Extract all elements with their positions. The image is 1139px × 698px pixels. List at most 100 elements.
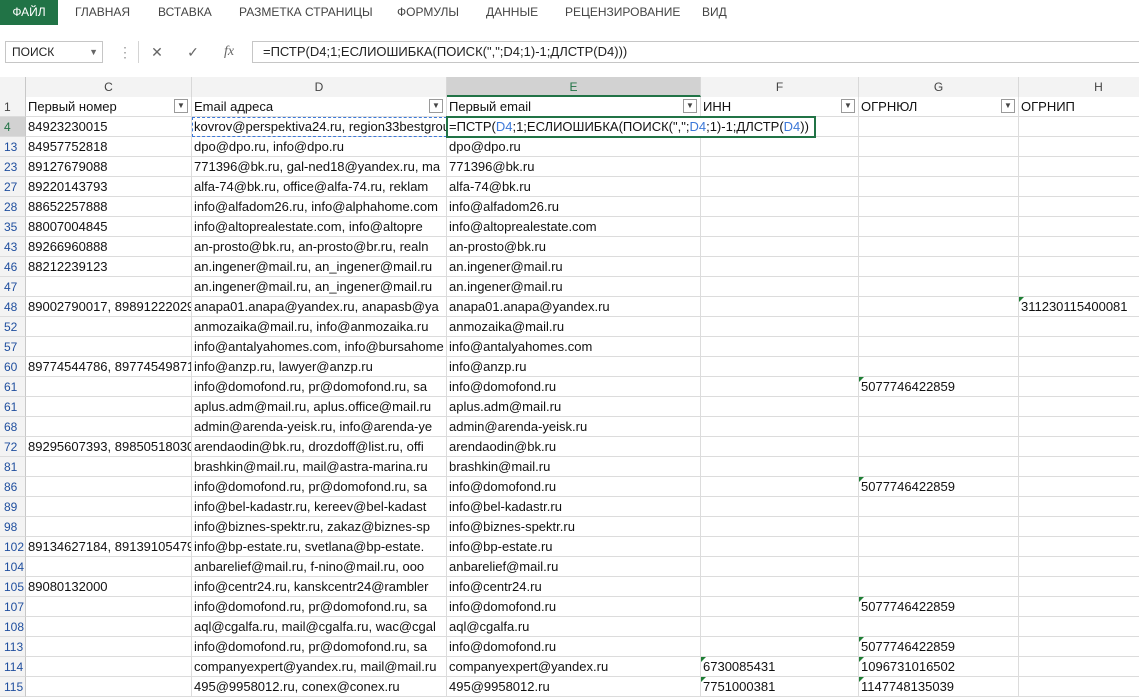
row-number[interactable]: 47 <box>0 277 26 297</box>
cell-d[interactable]: dpo@dpo.ru, info@dpo.ru <box>192 137 447 157</box>
column-header-e[interactable]: E <box>447 77 701 97</box>
cell-g[interactable]: 5077746422859 <box>859 637 1019 657</box>
header-cell-e[interactable]: Первый email ▼ <box>447 97 701 117</box>
cell-e[interactable]: info@domofond.ru <box>447 637 701 657</box>
cell-c[interactable]: 89295607393, 89850518030 <box>26 437 192 457</box>
cell-e[interactable]: 495@9958012.ru <box>447 677 701 697</box>
cell-c[interactable]: 89774544786, 89774549871, <box>26 357 192 377</box>
cell-d[interactable]: info@domofond.ru, pr@domofond.ru, sa <box>192 377 447 397</box>
tab-insert[interactable]: ВСТАВКА <box>158 0 212 25</box>
cell-c[interactable] <box>26 337 192 357</box>
cell-g[interactable] <box>859 237 1019 257</box>
cell-e[interactable]: info@altoprealestate.com <box>447 217 701 237</box>
row-number[interactable]: 102 <box>0 537 26 557</box>
cell-f[interactable] <box>701 577 859 597</box>
cell-g[interactable]: 1096731016502 <box>859 657 1019 677</box>
row-number[interactable]: 104 <box>0 557 26 577</box>
row-number[interactable]: 57 <box>0 337 26 357</box>
column-header-g[interactable]: G <box>859 77 1019 97</box>
cell-h[interactable] <box>1019 277 1139 297</box>
cell-e[interactable]: anbarelief@mail.ru <box>447 557 701 577</box>
tab-page-layout[interactable]: РАЗМЕТКА СТРАНИЦЫ <box>239 0 373 25</box>
cell-g[interactable] <box>859 157 1019 177</box>
cell-g[interactable] <box>859 577 1019 597</box>
cell-d[interactable]: anbarelief@mail.ru, f-nino@mail.ru, ooo <box>192 557 447 577</box>
cell-f[interactable] <box>701 157 859 177</box>
cell-e[interactable]: 771396@bk.ru <box>447 157 701 177</box>
cell-e[interactable]: info@bel-kadastr.ru <box>447 497 701 517</box>
cell-f[interactable] <box>701 177 859 197</box>
row-number[interactable]: 72 <box>0 437 26 457</box>
cell-h[interactable]: 311230115400081 <box>1019 297 1139 317</box>
row-number[interactable]: 68 <box>0 417 26 437</box>
cell-e[interactable]: info@alfadom26.ru <box>447 197 701 217</box>
cell-h[interactable] <box>1019 397 1139 417</box>
cell-c[interactable] <box>26 597 192 617</box>
cell-e[interactable]: info@anzp.ru <box>447 357 701 377</box>
cell-f[interactable]: 7751000381 <box>701 677 859 697</box>
cell-h[interactable] <box>1019 237 1139 257</box>
cell-g[interactable] <box>859 357 1019 377</box>
cell-g[interactable] <box>859 137 1019 157</box>
cell-c[interactable]: 88007004845 <box>26 217 192 237</box>
cell-e[interactable]: info@domofond.ru <box>447 377 701 397</box>
cell-d[interactable]: admin@arenda-yeisk.ru, info@arenda-ye <box>192 417 447 437</box>
cell-g[interactable] <box>859 517 1019 537</box>
cell-f[interactable]: 6730085431 <box>701 657 859 677</box>
header-cell-h[interactable]: ОГРНИП <box>1019 97 1139 117</box>
cell-f[interactable] <box>701 277 859 297</box>
cell-c[interactable] <box>26 457 192 477</box>
cell-c[interactable] <box>26 637 192 657</box>
cell-h[interactable] <box>1019 617 1139 637</box>
cell-g[interactable] <box>859 277 1019 297</box>
cell-f[interactable] <box>701 217 859 237</box>
cell-h[interactable] <box>1019 437 1139 457</box>
cell-d[interactable]: anmozaika@mail.ru, info@anmozaika.ru <box>192 317 447 337</box>
cell-e[interactable]: info@domofond.ru <box>447 597 701 617</box>
cell-f[interactable] <box>701 317 859 337</box>
cell-g[interactable] <box>859 417 1019 437</box>
cell-g[interactable] <box>859 317 1019 337</box>
cell-d[interactable]: info@biznes-spektr.ru, zakaz@biznes-sp <box>192 517 447 537</box>
cell-d[interactable]: 495@9958012.ru, conex@conex.ru <box>192 677 447 697</box>
row-number[interactable]: 27 <box>0 177 26 197</box>
fx-icon[interactable]: fx <box>219 41 239 63</box>
row-number[interactable]: 43 <box>0 237 26 257</box>
cell-e[interactable]: an-prosto@bk.ru <box>447 237 701 257</box>
row-number[interactable]: 35 <box>0 217 26 237</box>
cell-d[interactable]: info@antalyahomes.com, info@bursahome <box>192 337 447 357</box>
cell-c[interactable] <box>26 497 192 517</box>
cell-c[interactable]: 89002790017, 89891222029 <box>26 297 192 317</box>
cell-c[interactable] <box>26 557 192 577</box>
cell-f[interactable] <box>701 477 859 497</box>
cell-h[interactable] <box>1019 537 1139 557</box>
cell-f[interactable] <box>701 397 859 417</box>
cell-g[interactable] <box>859 177 1019 197</box>
cell-g[interactable] <box>859 537 1019 557</box>
row-number[interactable]: 81 <box>0 457 26 477</box>
chevron-down-icon[interactable]: ▼ <box>89 42 98 62</box>
row-number[interactable]: 89 <box>0 497 26 517</box>
cell-d[interactable]: info@bp-estate.ru, svetlana@bp-estate. <box>192 537 447 557</box>
cell-g[interactable] <box>859 617 1019 637</box>
cell-f[interactable] <box>701 357 859 377</box>
cell-c[interactable]: 84957752818 <box>26 137 192 157</box>
cell-d[interactable]: info@domofond.ru, pr@domofond.ru, sa <box>192 477 447 497</box>
cell-c[interactable] <box>26 517 192 537</box>
filter-dropdown-icon[interactable]: ▼ <box>683 99 697 113</box>
cell-e[interactable]: info@antalyahomes.com <box>447 337 701 357</box>
cell-d[interactable]: info@anzp.ru, lawyer@anzp.ru <box>192 357 447 377</box>
header-cell-d[interactable]: Email адреса ▼ <box>192 97 447 117</box>
cell-e[interactable]: info@biznes-spektr.ru <box>447 517 701 537</box>
cell-h[interactable] <box>1019 637 1139 657</box>
cell-e[interactable]: brashkin@mail.ru <box>447 457 701 477</box>
cell-c[interactable]: 89127679088 <box>26 157 192 177</box>
cell-f[interactable] <box>701 417 859 437</box>
cell-c[interactable] <box>26 317 192 337</box>
row-number[interactable]: 115 <box>0 677 26 697</box>
cell-e[interactable]: admin@arenda-yeisk.ru <box>447 417 701 437</box>
cell-d[interactable]: 771396@bk.ru, gal-ned18@yandex.ru, ma <box>192 157 447 177</box>
cell-c[interactable]: 88652257888 <box>26 197 192 217</box>
close-icon[interactable]: ✕ <box>147 41 167 63</box>
cell-f[interactable] <box>701 137 859 157</box>
